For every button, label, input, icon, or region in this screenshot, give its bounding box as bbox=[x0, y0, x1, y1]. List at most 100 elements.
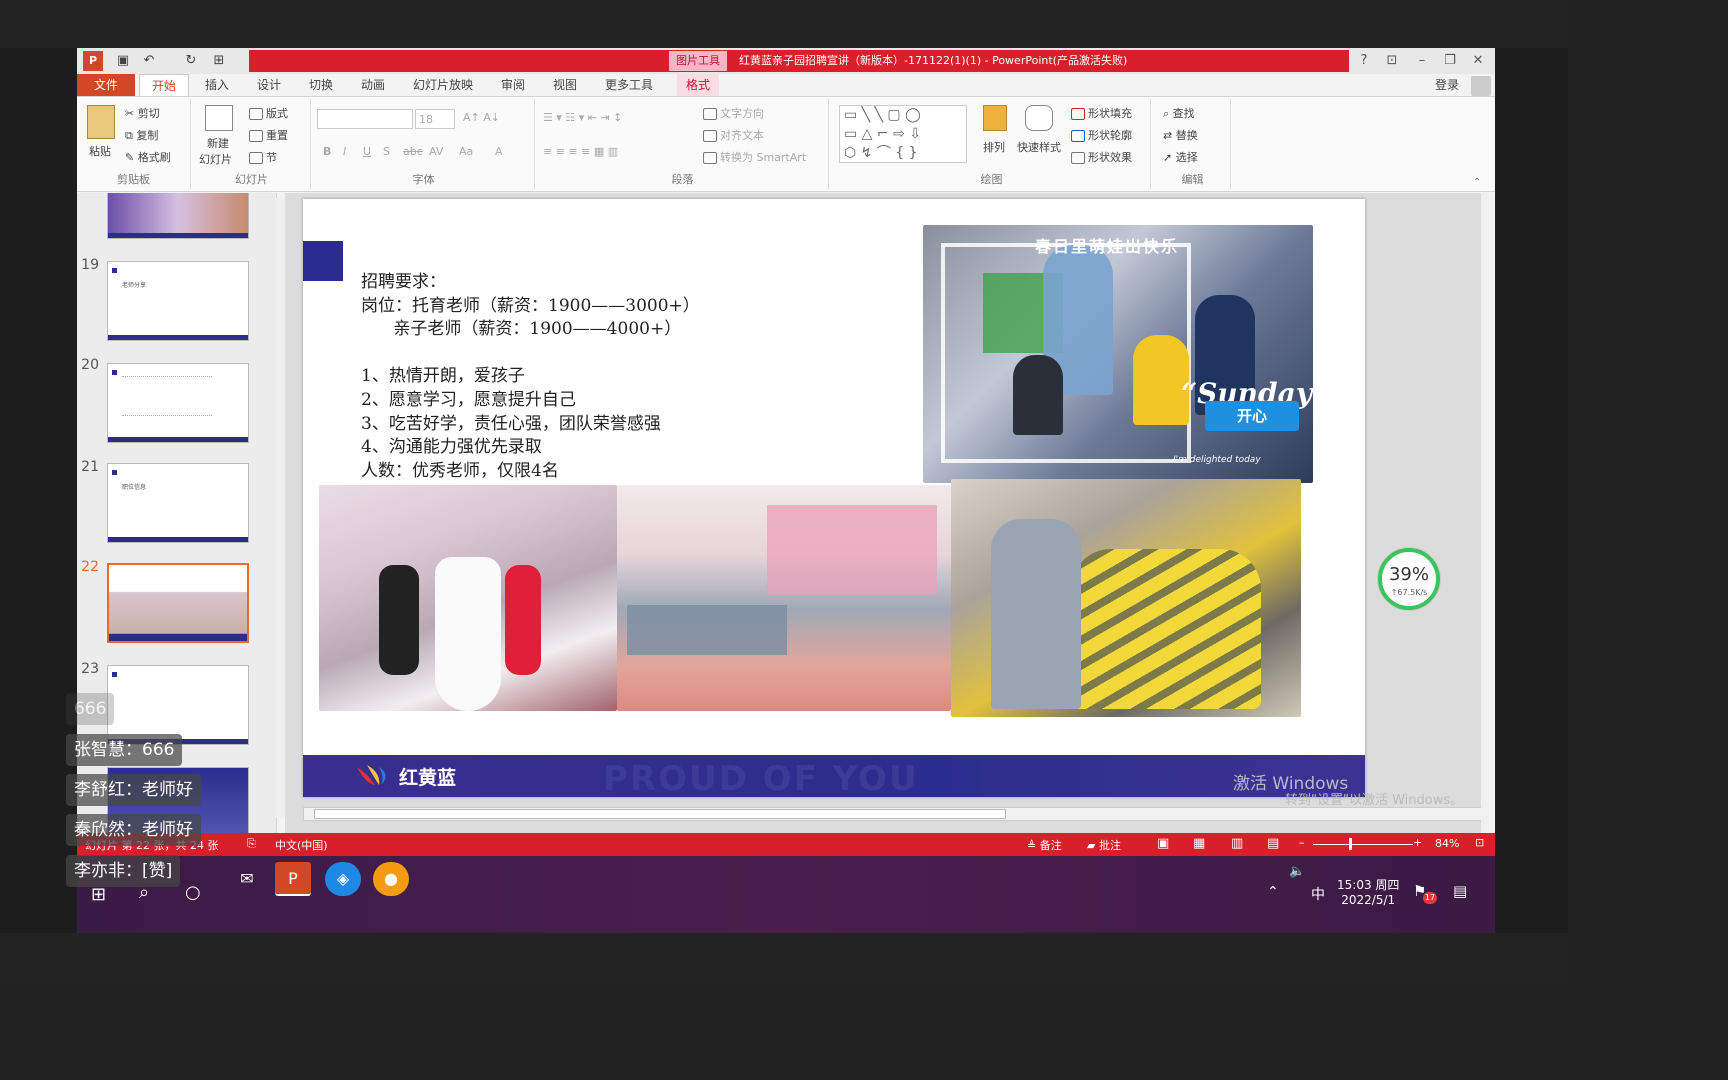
photo-classroom-dance[interactable] bbox=[617, 485, 951, 711]
shadow-button[interactable]: S bbox=[383, 145, 390, 158]
slide-thumbnail-23[interactable] bbox=[107, 665, 249, 745]
windows-start-icon[interactable]: ⊞ bbox=[91, 884, 106, 905]
slide-thumbnail-19[interactable]: 老师分享 bbox=[107, 261, 249, 341]
browser-task-icon[interactable]: ◈ bbox=[325, 862, 361, 896]
font-color-button[interactable]: A bbox=[495, 145, 503, 158]
fit-slide-icon[interactable]: ⊡ bbox=[1475, 836, 1484, 849]
restore-icon[interactable]: ❐ bbox=[1439, 51, 1461, 71]
mail-app-icon[interactable]: ✉ bbox=[229, 862, 265, 896]
collapse-ribbon-icon[interactable]: ⌃ bbox=[1473, 177, 1481, 188]
language-indicator[interactable]: 中文(中国) bbox=[275, 837, 328, 853]
arrange-button[interactable]: 排列 bbox=[983, 139, 1005, 155]
zoom-in-icon[interactable]: + bbox=[1413, 836, 1422, 849]
grow-font-icon[interactable]: A↑ A↓ bbox=[463, 111, 500, 124]
shape-outline-button[interactable]: 形状轮廓 bbox=[1071, 127, 1132, 143]
zoom-slider-track[interactable] bbox=[1313, 844, 1413, 845]
minimize-icon[interactable]: – bbox=[1411, 51, 1433, 71]
slideshow-view-icon[interactable]: ▤ bbox=[1267, 836, 1279, 851]
scroll-thumb[interactable] bbox=[314, 809, 1006, 819]
tab-design[interactable]: 设计 bbox=[249, 74, 289, 96]
tab-slideshow[interactable]: 幻灯片放映 bbox=[403, 74, 483, 96]
tab-more-tools[interactable]: 更多工具 bbox=[597, 74, 661, 96]
tab-transitions[interactable]: 切换 bbox=[301, 74, 341, 96]
tab-animations[interactable]: 动画 bbox=[353, 74, 393, 96]
shapes-gallery[interactable]: ▭ ╲ ╲ ▢ ◯ ▭ △ ⌐ ⇨ ⇩ ⬡ ↯ ⌒ { } bbox=[839, 105, 967, 163]
start-slideshow-icon[interactable]: ⊞ bbox=[209, 51, 229, 71]
text-direction-button[interactable]: 文字方向 bbox=[703, 105, 764, 121]
clock[interactable]: 15:03 周四 2022/5/1 bbox=[1337, 876, 1399, 907]
align-text-button[interactable]: 对齐文本 bbox=[703, 127, 764, 143]
tab-insert[interactable]: 插入 bbox=[197, 74, 237, 96]
strikethrough-button[interactable]: abc bbox=[403, 145, 423, 158]
zoom-level[interactable]: 84% bbox=[1435, 837, 1459, 850]
zoom-slider-thumb[interactable] bbox=[1349, 838, 1352, 850]
undo-icon[interactable]: ↶ bbox=[139, 51, 159, 71]
copy-button[interactable]: ⧉ 复制 bbox=[125, 127, 158, 143]
notes-button[interactable]: ≜ 备注 bbox=[1027, 837, 1062, 853]
tab-format[interactable]: 格式 bbox=[677, 74, 719, 96]
change-case-button[interactable]: Aa bbox=[459, 145, 473, 158]
font-size-box[interactable]: 18 bbox=[415, 109, 455, 129]
smartart-button[interactable]: 转换为 SmartArt bbox=[703, 149, 806, 165]
paste-button[interactable]: 粘贴 bbox=[89, 143, 111, 159]
new-slide-button[interactable]: 新建 bbox=[207, 135, 229, 151]
app-task-icon[interactable]: ● bbox=[373, 862, 409, 896]
zoom-out-icon[interactable]: – bbox=[1299, 836, 1305, 849]
save-icon[interactable]: ▣ bbox=[113, 51, 133, 71]
avatar[interactable] bbox=[1471, 76, 1491, 96]
underline-button[interactable]: U bbox=[363, 145, 371, 158]
quick-styles-icon[interactable] bbox=[1025, 105, 1053, 131]
bold-button[interactable]: B bbox=[323, 145, 331, 158]
ime-indicator[interactable]: 中 bbox=[1311, 884, 1325, 904]
reset-button[interactable]: 重置 bbox=[249, 127, 288, 143]
thumbnail-scrollbar[interactable] bbox=[275, 198, 285, 818]
shape-effects-button[interactable]: 形状效果 bbox=[1071, 149, 1132, 165]
help-icon[interactable]: ? bbox=[1353, 51, 1375, 71]
horizontal-scrollbar[interactable] bbox=[303, 807, 1483, 821]
shape-fill-button[interactable]: 形状填充 bbox=[1071, 105, 1132, 121]
volume-icon[interactable]: 🔈 bbox=[1289, 864, 1305, 879]
network-speed-badge[interactable]: 39% ↑67.5K/s bbox=[1378, 548, 1440, 610]
normal-view-icon[interactable]: ▣ bbox=[1157, 836, 1169, 851]
action-center-icon[interactable]: ▤ bbox=[1453, 882, 1467, 900]
quick-styles-button[interactable]: 快速样式 bbox=[1017, 139, 1061, 155]
close-icon[interactable]: ✕ bbox=[1467, 51, 1489, 71]
tab-file[interactable]: 文件 bbox=[77, 74, 135, 96]
reading-view-icon[interactable]: ▥ bbox=[1231, 836, 1243, 851]
sorter-view-icon[interactable]: ▦ bbox=[1193, 836, 1205, 851]
font-name-box[interactable] bbox=[317, 109, 413, 129]
tab-home[interactable]: 开始 bbox=[139, 74, 189, 96]
align-icons[interactable]: ≡ ≡ ≡ ≡ ▦ ▥ bbox=[543, 145, 618, 158]
slide-thumbnail-21[interactable]: 职位信息 bbox=[107, 463, 249, 543]
slide-thumbnail-20[interactable] bbox=[107, 363, 249, 443]
vertical-scrollbar[interactable] bbox=[1481, 193, 1493, 833]
layout-button[interactable]: 版式 bbox=[249, 105, 288, 121]
redo-icon[interactable]: ↻ bbox=[181, 51, 201, 71]
spellcheck-icon[interactable]: ⎘ bbox=[247, 837, 256, 851]
new-slide-label[interactable]: 幻灯片 bbox=[199, 151, 232, 167]
comments-button[interactable]: ▰ 批注 bbox=[1087, 837, 1121, 853]
photo-sunday-kids[interactable]: 春日里萌娃出快乐 “Sunday” 开心 I'm delighted today bbox=[923, 225, 1313, 483]
ribbon-display-icon[interactable]: ⊡ bbox=[1381, 51, 1403, 71]
bullets-icon[interactable]: ☰ ▾ ☷ ▾ ⇤ ⇥ ↕ bbox=[543, 111, 622, 124]
paste-icon[interactable] bbox=[87, 105, 115, 139]
tab-view[interactable]: 视图 bbox=[545, 74, 585, 96]
slide-thumbnail-18[interactable] bbox=[107, 193, 249, 239]
tray-expand-icon[interactable]: ⌃ bbox=[1267, 884, 1279, 900]
cut-button[interactable]: ✂ 剪切 bbox=[125, 105, 160, 121]
arrange-icon[interactable] bbox=[983, 105, 1007, 131]
select-button[interactable]: ➚ 选择 bbox=[1163, 149, 1198, 165]
section-button[interactable]: 节 bbox=[249, 149, 277, 165]
recruitment-text[interactable]: 招聘要求： 岗位：托育老师（薪资：1900——3000+） 亲子老师（薪资：190… bbox=[361, 271, 700, 483]
find-button[interactable]: ⌕ 查找 bbox=[1163, 105, 1195, 121]
photo-towel-hug[interactable] bbox=[951, 479, 1301, 717]
photo-group-celebration[interactable] bbox=[319, 485, 617, 711]
slide-thumbnail-22[interactable] bbox=[107, 563, 249, 643]
italic-button[interactable]: I bbox=[343, 145, 346, 158]
tab-review[interactable]: 审阅 bbox=[493, 74, 533, 96]
task-view-icon[interactable]: ○ bbox=[185, 882, 201, 903]
char-spacing-button[interactable]: AV bbox=[429, 145, 443, 158]
powerpoint-task-icon[interactable]: P bbox=[275, 862, 311, 896]
new-slide-icon[interactable] bbox=[205, 105, 233, 131]
format-painter-button[interactable]: ✎ 格式刷 bbox=[125, 149, 171, 165]
